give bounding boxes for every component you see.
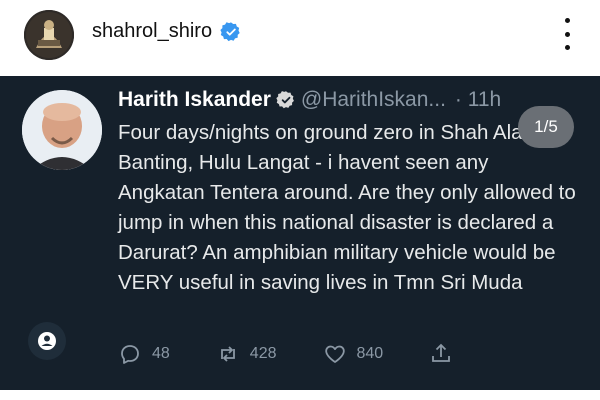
verified-badge-icon: [220, 21, 240, 41]
like-icon: [324, 345, 345, 363]
like-count: 840: [356, 345, 384, 362]
like-action[interactable]: 840: [323, 342, 384, 366]
user-tag-icon: [38, 332, 56, 350]
tweet-screenshot: Harith Iskander @HarithIskan... · 11h Fo…: [0, 76, 600, 390]
instagram-avatar[interactable]: [24, 10, 74, 60]
retweet-action[interactable]: 428: [216, 342, 277, 366]
instagram-post-header: shahrol_shiro: [0, 0, 600, 72]
tweet-display-name[interactable]: Harith Iskander: [118, 88, 271, 112]
reply-action[interactable]: 48: [118, 342, 170, 366]
carousel-counter-badge: 1/5: [518, 106, 574, 148]
tweet-header: Harith Iskander @HarithIskan... · 11h: [118, 88, 501, 112]
author-photo: [22, 90, 102, 170]
share-icon: [432, 343, 451, 362]
avatar-image: [24, 10, 74, 60]
instagram-username[interactable]: shahrol_shiro: [92, 20, 212, 43]
share-action[interactable]: [429, 342, 453, 366]
tweet-text: Four days/nights on ground zero in Shah …: [118, 121, 576, 294]
retweet-icon: [220, 346, 235, 362]
tweet-actions: 48 428 840: [118, 342, 499, 366]
post-bottom-spacer: [0, 390, 600, 400]
more-options-icon[interactable]: [564, 18, 570, 50]
retweet-count: 428: [249, 345, 277, 362]
tweet-time: · 11h: [454, 88, 502, 111]
instagram-username-row[interactable]: shahrol_shiro: [92, 20, 242, 43]
user-tag-button[interactable]: [28, 322, 66, 360]
reply-count: 48: [152, 345, 170, 362]
reply-icon: [121, 345, 139, 364]
tweet-handle[interactable]: @HarithIskan...: [301, 88, 446, 112]
twitter-verified-icon: [276, 91, 294, 109]
tweet-author-avatar: [22, 90, 102, 170]
